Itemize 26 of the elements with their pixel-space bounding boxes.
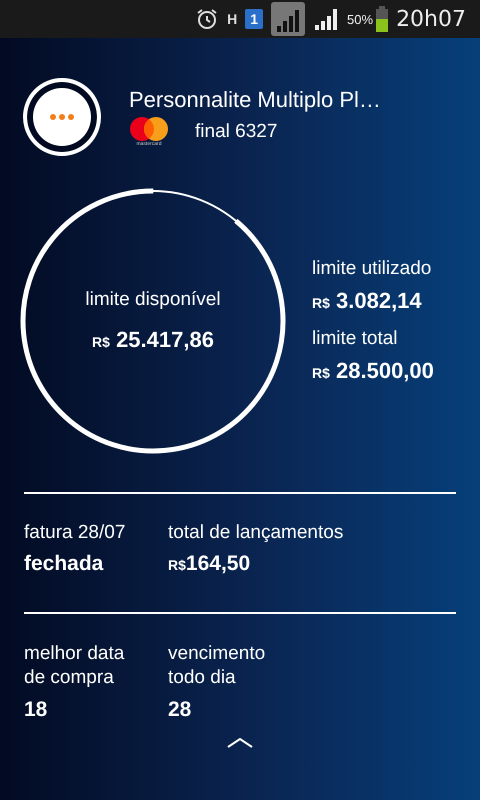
used-label: limite utilizado <box>312 258 432 280</box>
battery-level: 50% <box>347 12 374 26</box>
sim-icon: 1 <box>245 9 264 29</box>
network-indicator: H <box>227 11 238 27</box>
mastercard-logo-icon <box>129 117 169 141</box>
signal-icon <box>313 8 340 30</box>
invoice-value: fechada <box>24 552 104 576</box>
date-label: melhor data de compra <box>24 642 126 690</box>
used-amount: R$ 3.082,14 <box>312 288 423 314</box>
battery-icon <box>376 6 388 32</box>
chevron-up-icon[interactable] <box>227 738 253 748</box>
available-label: limite disponível <box>85 289 221 311</box>
more-icon <box>50 114 74 120</box>
card-name: Personnalite Multiplo Pl… <box>129 87 381 113</box>
clock: 20h07 <box>396 6 466 32</box>
total-label: limite total <box>312 328 399 350</box>
invoice-label: total de lançamentos <box>168 522 344 544</box>
total-amount: R$ 28.500,00 <box>312 358 434 384</box>
card-number: final 6327 <box>195 121 278 143</box>
available-amount: R$ 25.417,86 <box>92 327 214 353</box>
alarm-icon <box>195 7 220 31</box>
date-value: 18 <box>24 698 48 722</box>
date-value: 28 <box>168 698 192 722</box>
date-label: vencimento todo dia <box>168 642 266 690</box>
invoice-label: fatura 28/07 <box>24 522 126 544</box>
invoice-value: R$164,50 <box>168 552 252 576</box>
